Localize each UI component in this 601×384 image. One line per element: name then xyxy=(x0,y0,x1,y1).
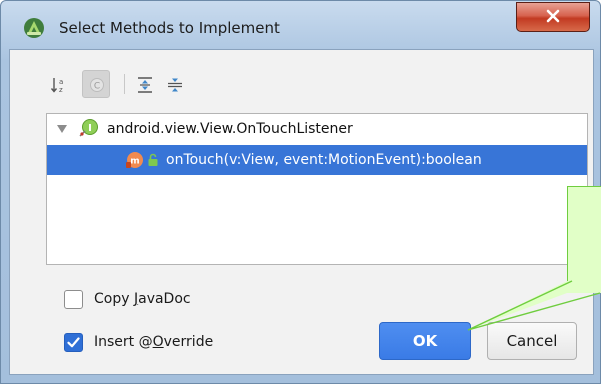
expand-all-button[interactable] xyxy=(130,70,158,98)
dialog-content: a z C I android.view.View.OnTouchListene… xyxy=(9,49,594,375)
sort-alphabetically-icon: a z xyxy=(50,78,63,94)
group-by-class-button[interactable]: C xyxy=(82,70,110,98)
public-access-icon xyxy=(148,153,158,166)
close-button[interactable] xyxy=(516,2,590,32)
group-by-class-icon: C xyxy=(90,78,104,92)
tree-node-method[interactable]: m onTouch(v:View, event:MotionEvent):boo… xyxy=(47,145,587,175)
svg-text:a: a xyxy=(59,78,63,86)
methods-tree[interactable]: I android.view.View.OnTouchListener m on… xyxy=(46,113,588,265)
tree-node-interface[interactable]: I android.view.View.OnTouchListener xyxy=(47,114,587,144)
close-x-icon xyxy=(546,9,560,23)
svg-text:C: C xyxy=(94,82,100,92)
insert-override-label: Insert @Override xyxy=(94,334,214,350)
collapse-all-button[interactable] xyxy=(160,70,188,98)
expand-arrow-icon[interactable] xyxy=(57,125,67,133)
interface-icon: I xyxy=(79,119,98,137)
cancel-button[interactable]: Cancel xyxy=(487,322,577,360)
svg-text:z: z xyxy=(59,86,63,94)
ok-button[interactable]: OK xyxy=(379,322,471,360)
method-signature: onTouch(v:View, event:MotionEvent):boole… xyxy=(166,152,482,168)
sort-alphabetically-button[interactable]: a z xyxy=(44,70,72,98)
abstract-method-icon: m xyxy=(126,152,143,168)
svg-text:m: m xyxy=(130,157,139,167)
copy-javadoc-label: Copy JavaDoc xyxy=(94,291,191,307)
checkmark-icon xyxy=(67,336,80,347)
collapse-all-icon xyxy=(168,78,182,92)
copy-javadoc-option[interactable]: Copy JavaDoc xyxy=(64,288,191,310)
android-studio-icon xyxy=(23,17,45,39)
dialog-window: Select Methods to Implement a z C I andr… xyxy=(0,0,601,384)
insert-override-checkbox[interactable] xyxy=(64,332,83,352)
insert-override-option[interactable]: Insert @Override xyxy=(64,331,213,353)
expand-all-icon xyxy=(138,77,152,93)
callout-box xyxy=(567,186,601,282)
copy-javadoc-checkbox[interactable] xyxy=(64,289,83,309)
window-title: Select Methods to Implement xyxy=(59,19,280,37)
interface-name: android.view.View.OnTouchListener xyxy=(107,121,353,137)
title-bar[interactable]: Select Methods to Implement xyxy=(1,1,600,41)
svg-text:I: I xyxy=(88,123,92,134)
toolbar-separator xyxy=(124,74,125,94)
